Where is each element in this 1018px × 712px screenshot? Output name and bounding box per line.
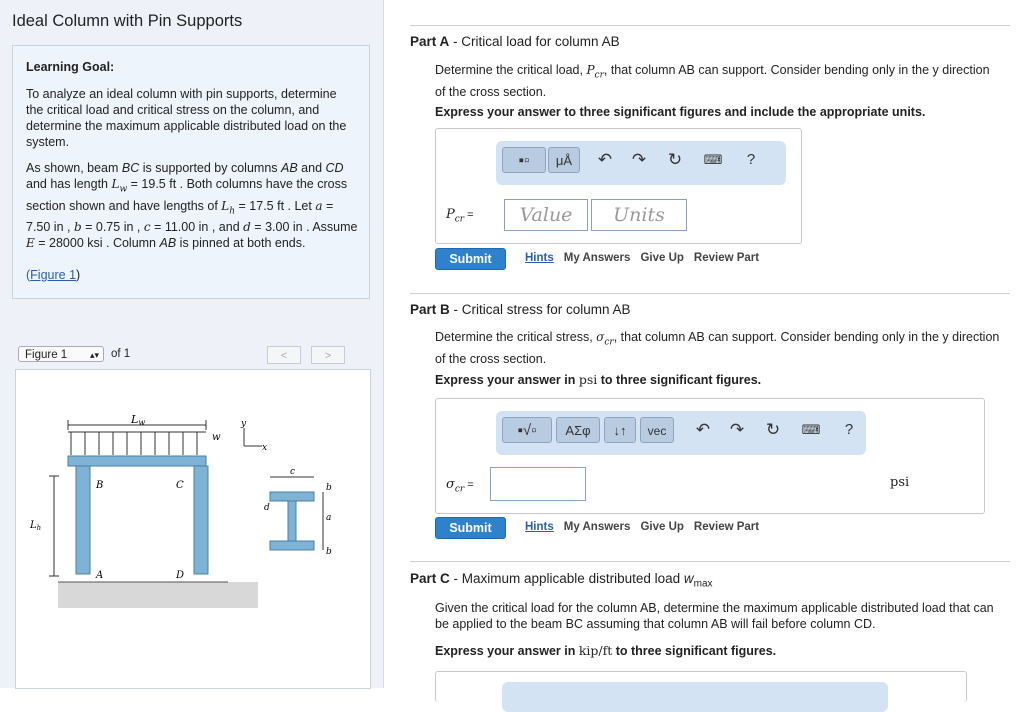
template-icon[interactable]: ▪▫ xyxy=(502,147,546,173)
units-input[interactable]: Units xyxy=(591,199,687,231)
keyboard-icon[interactable]: ⌨ xyxy=(800,417,822,443)
problem-statement: As shown, beam BC is supported by column… xyxy=(26,161,358,250)
part-c-question: Given the critical load for the column A… xyxy=(435,601,994,631)
part-a-instructions: Express your answer to three significant… xyxy=(435,105,926,119)
next-figure-button[interactable]: > xyxy=(311,346,345,364)
part-c-instructions: Express your answer in kip/ft to three s… xyxy=(435,643,777,658)
part-b-answer-box: ▪√▫ ΑΣφ ↓↑ vec ↶ ↷ ↻ ⌨ ? σcr = psi xyxy=(435,398,985,514)
vec-button[interactable]: vec xyxy=(640,417,674,443)
divider xyxy=(410,561,1010,562)
divider xyxy=(410,25,1010,26)
reset-icon[interactable]: ↻ xyxy=(664,147,686,173)
learning-goal-heading: Learning Goal: xyxy=(26,60,115,74)
svg-text:x: x xyxy=(262,443,267,453)
sqrt-template-icon[interactable]: ▪√▫ xyxy=(502,417,552,443)
part-c-toolbar xyxy=(502,682,888,712)
svg-text:C: C xyxy=(176,480,184,491)
left-panel: Ideal Column with Pin Supports Learning … xyxy=(0,0,384,689)
part-a-title: Part A - Critical load for column AB xyxy=(410,34,620,49)
part-b-links: Hints My Answers Give Up Review Part xyxy=(525,521,769,533)
svg-text:y: y xyxy=(240,419,247,429)
give-up-link[interactable]: Give Up xyxy=(640,521,683,533)
part-a-submit-button[interactable]: Submit xyxy=(435,248,506,270)
undo-icon[interactable]: ↶ xyxy=(692,417,714,443)
part-a-links: Hints My Answers Give Up Review Part xyxy=(525,252,769,264)
help-button[interactable]: ? xyxy=(838,417,860,443)
units-button[interactable]: μÅ xyxy=(548,147,580,173)
review-part-link[interactable]: Review Part xyxy=(694,252,759,264)
figure-navigation: Figure 1 ▴▾ of 1 < > xyxy=(15,343,367,367)
give-up-link[interactable]: Give Up xyxy=(640,252,683,264)
greek-button[interactable]: ΑΣφ xyxy=(556,417,600,443)
frame-diagram: Lw w y x B C A D Lh c b a b d xyxy=(29,413,332,608)
svg-text:c: c xyxy=(290,467,295,477)
svg-text:D: D xyxy=(175,570,184,581)
arrows-button[interactable]: ↓↑ xyxy=(604,417,636,443)
figure-count: of 1 xyxy=(111,348,131,360)
keyboard-icon[interactable]: ⌨ xyxy=(702,147,724,173)
psi-unit-label: psi xyxy=(890,475,910,490)
svg-text:w: w xyxy=(212,432,221,443)
value-input[interactable]: Value xyxy=(504,199,588,231)
part-b-variable-label: σcr = xyxy=(446,477,474,495)
part-b-question: Determine the critical stress, σcr, that… xyxy=(435,330,1000,366)
svg-text:Lh: Lh xyxy=(29,520,41,532)
redo-icon[interactable]: ↷ xyxy=(628,147,650,173)
hints-link[interactable]: Hints xyxy=(525,252,554,264)
svg-text:d: d xyxy=(264,503,270,513)
svg-text:a: a xyxy=(326,513,331,523)
part-a-answer-box: ▪▫ μÅ ↶ ↷ ↻ ⌨ ? Pcr = Value Units xyxy=(435,128,802,244)
part-b-toolbar: ▪√▫ ΑΣφ ↓↑ vec ↶ ↷ ↻ ⌨ ? xyxy=(496,411,866,455)
redo-icon[interactable]: ↷ xyxy=(726,417,748,443)
page-title: Ideal Column with Pin Supports xyxy=(12,12,243,30)
reset-icon[interactable]: ↻ xyxy=(762,417,784,443)
help-button[interactable]: ? xyxy=(740,147,762,173)
part-a-question: Determine the critical load, Pcr, that c… xyxy=(435,63,990,99)
learning-goal-box: Learning Goal: To analyze an ideal colum… xyxy=(12,45,370,299)
review-part-link[interactable]: Review Part xyxy=(694,521,759,533)
my-answers-link[interactable]: My Answers xyxy=(564,252,631,264)
figure-link-wrapper: (Figure 1) xyxy=(26,268,81,282)
undo-icon[interactable]: ↶ xyxy=(594,147,616,173)
select-arrows-icon: ▴▾ xyxy=(89,350,99,360)
svg-text:B: B xyxy=(95,480,103,491)
part-b-title: Part B - Critical stress for column AB xyxy=(410,302,631,317)
learning-goal-text: To analyze an ideal column with pin supp… xyxy=(26,87,347,149)
right-panel: Part A - Critical load for column AB Det… xyxy=(383,0,1018,712)
my-answers-link[interactable]: My Answers xyxy=(564,521,631,533)
figure-select[interactable]: Figure 1 ▴▾ xyxy=(18,346,104,362)
svg-text:b: b xyxy=(326,547,332,557)
part-c-title: Part C - Maximum applicable distributed … xyxy=(410,571,713,590)
svg-text:Lw: Lw xyxy=(130,413,145,427)
hints-link[interactable]: Hints xyxy=(525,521,554,533)
part-c-answer-box xyxy=(435,671,967,712)
part-b-submit-button[interactable]: Submit xyxy=(435,517,506,539)
distributed-load-arrows xyxy=(68,431,206,455)
figure-panel: Lw w y x B C A D Lh c b a b d xyxy=(15,369,371,689)
part-b-instructions: Express your answer in psi to three sign… xyxy=(435,372,762,387)
part-a-variable-label: Pcr = xyxy=(446,207,474,225)
svg-text:A: A xyxy=(95,570,103,581)
divider xyxy=(410,293,1010,294)
figure-link[interactable]: Figure 1 xyxy=(30,268,76,282)
svg-text:b: b xyxy=(326,483,332,493)
stress-input[interactable] xyxy=(490,467,586,501)
prev-figure-button[interactable]: < xyxy=(267,346,301,364)
part-a-toolbar: ▪▫ μÅ ↶ ↷ ↻ ⌨ ? xyxy=(496,141,786,185)
